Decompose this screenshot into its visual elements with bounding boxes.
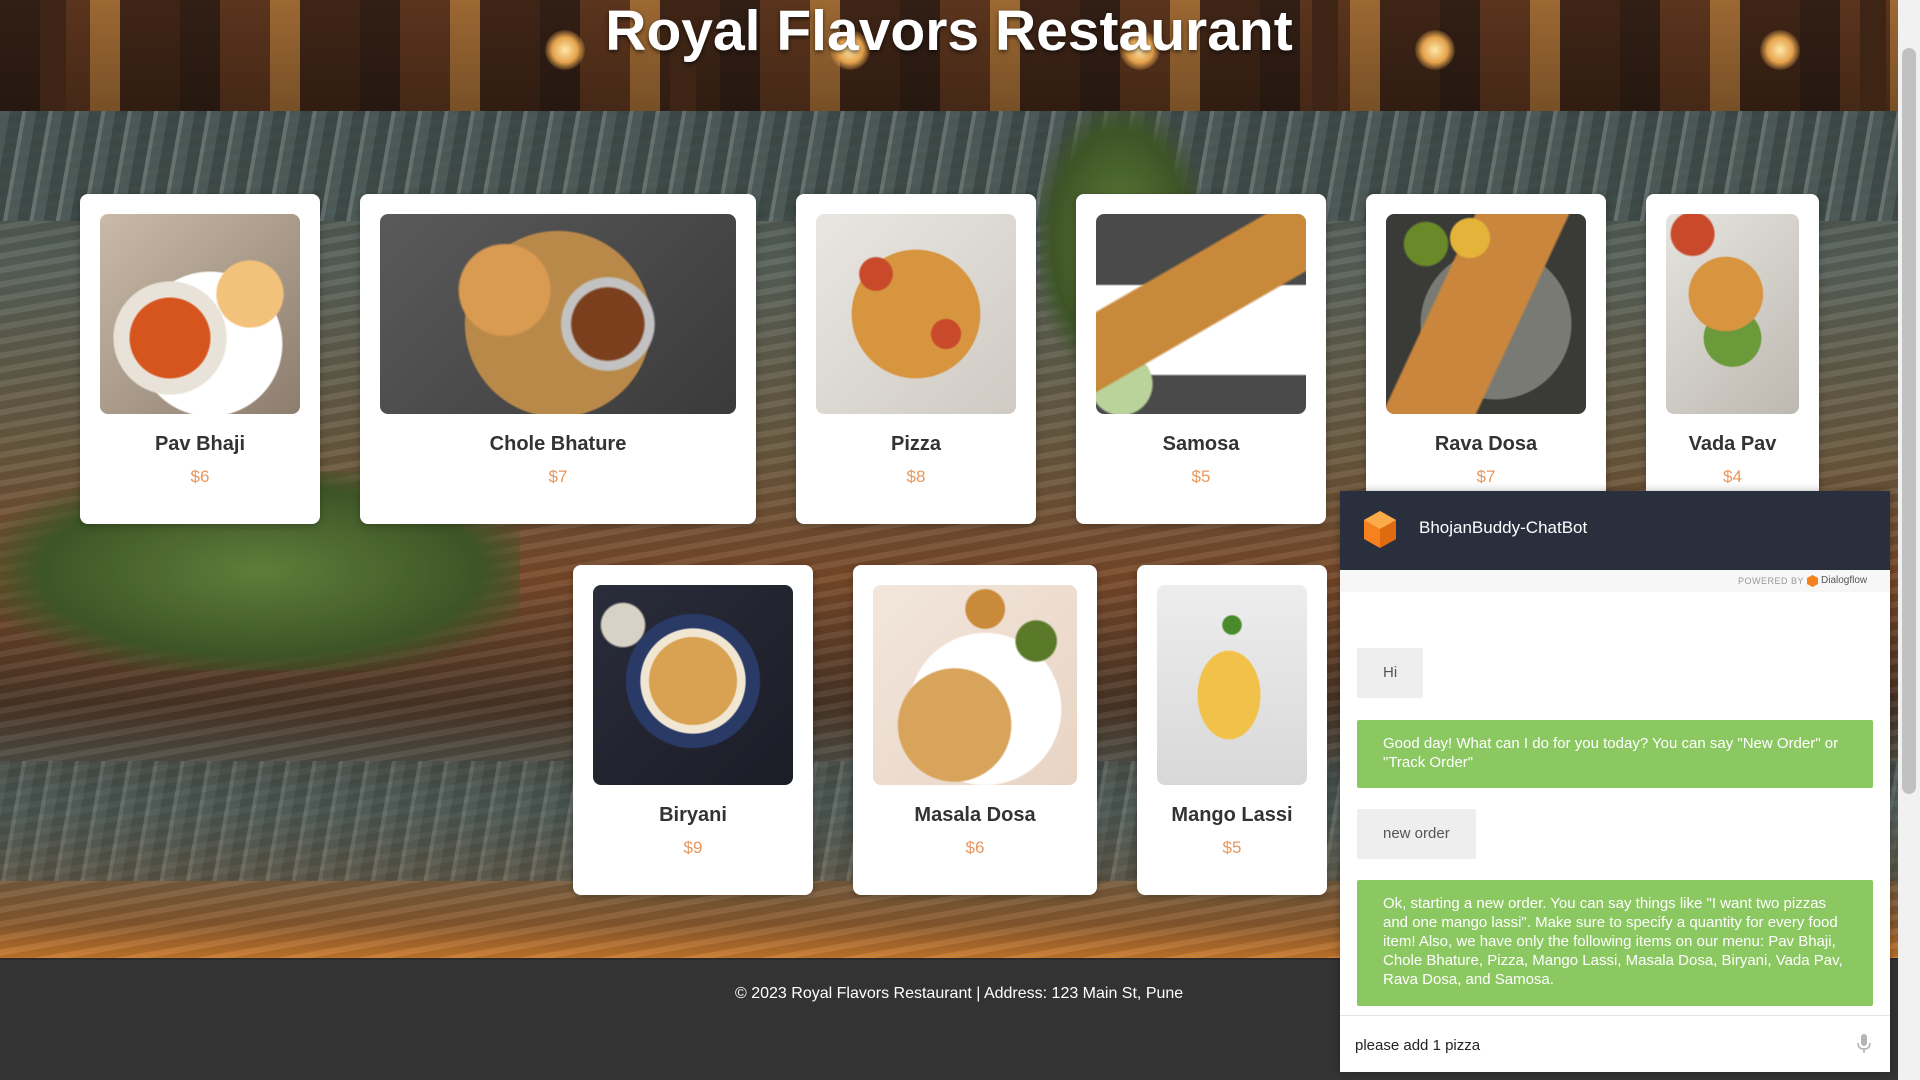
- page-title: Royal Flavors Restaurant: [605, 0, 1293, 63]
- menu-item-price: $7: [1476, 467, 1496, 486]
- chatbot-title: BhojanBuddy-ChatBot: [1419, 518, 1588, 537]
- chatbot-header[interactable]: BhojanBuddy-ChatBot: [1340, 491, 1890, 570]
- samosa-image: [1096, 214, 1306, 414]
- masala-dosa-image: [873, 585, 1077, 785]
- chat-message-input[interactable]: [1355, 1034, 1835, 1056]
- dialogflow-label: Dialogflow: [1821, 575, 1868, 586]
- powered-by-bar: POWERED BY Dialogflow: [1340, 570, 1890, 592]
- menu-item-name: Masala Dosa: [914, 804, 1036, 826]
- menu-card-pav-bhaji[interactable]: Pav Bhaji $6: [80, 194, 320, 524]
- menu-card-biryani[interactable]: Biryani $9: [573, 565, 813, 895]
- menu-card-rava-dosa[interactable]: Rava Dosa $7: [1366, 194, 1606, 524]
- menu-item-name: Mango Lassi: [1171, 804, 1293, 826]
- menu-item-name: Pizza: [890, 433, 942, 455]
- chole-bhature-image: [380, 214, 736, 414]
- chatbot-widget: BhojanBuddy-ChatBot POWERED BY Dialogflo…: [1340, 491, 1890, 1072]
- vada-pav-image: [1666, 214, 1799, 414]
- user-message: new order: [1357, 809, 1476, 859]
- dialogflow-logo-icon: [1364, 511, 1396, 548]
- pav-bhaji-image: [100, 214, 300, 414]
- footer-text: © 2023 Royal Flavors Restaurant | Addres…: [735, 985, 1184, 1002]
- menu-card-masala-dosa[interactable]: Masala Dosa $6: [853, 565, 1097, 895]
- menu-item-name: Samosa: [1162, 433, 1240, 455]
- menu-item-price: $9: [683, 838, 703, 857]
- menu-card-pizza[interactable]: Pizza $8: [796, 194, 1036, 524]
- powered-by-label: POWERED BY: [1738, 576, 1805, 586]
- microphone-icon[interactable]: [1857, 1034, 1871, 1054]
- menu-item-price: $5: [1222, 838, 1242, 857]
- menu-item-name: Vada Pav: [1688, 433, 1777, 455]
- header-banner: Royal Flavors Restaurant: [0, 0, 1898, 111]
- user-message: Hi: [1357, 648, 1424, 698]
- dialogflow-small-icon: [1807, 575, 1818, 587]
- menu-item-name: Rava Dosa: [1434, 433, 1538, 455]
- biryani-image: [593, 585, 793, 785]
- menu-item-name: Chole Bhature: [489, 433, 627, 455]
- menu-card-chole-bhature[interactable]: Chole Bhature $7: [360, 194, 756, 524]
- menu-item-price: $4: [1723, 467, 1742, 486]
- menu-item-price: $8: [906, 467, 926, 486]
- page-scrollbar[interactable]: [1898, 0, 1920, 1080]
- scrollbar-thumb[interactable]: [1902, 48, 1916, 794]
- chat-input-area: [1340, 1015, 1890, 1072]
- menu-item-price: $6: [190, 467, 210, 486]
- rava-dosa-image: [1386, 214, 1586, 414]
- menu-card-mango-lassi[interactable]: Mango Lassi $5: [1137, 565, 1327, 895]
- mango-lassi-image: [1157, 585, 1307, 785]
- menu-item-price: $7: [548, 467, 568, 486]
- bot-message: Ok, starting a new order. You can say th…: [1357, 880, 1873, 1006]
- menu-card-samosa[interactable]: Samosa $5: [1076, 194, 1326, 524]
- menu-item-name: Pav Bhaji: [154, 433, 246, 455]
- menu-item-price: $5: [1191, 467, 1211, 486]
- menu-item-price: $6: [965, 838, 985, 857]
- menu-card-vada-pav[interactable]: Vada Pav $4: [1646, 194, 1819, 524]
- bot-message: Good day! What can I do for you today? Y…: [1357, 720, 1873, 788]
- pizza-image: [816, 214, 1016, 414]
- menu-item-name: Biryani: [659, 804, 727, 826]
